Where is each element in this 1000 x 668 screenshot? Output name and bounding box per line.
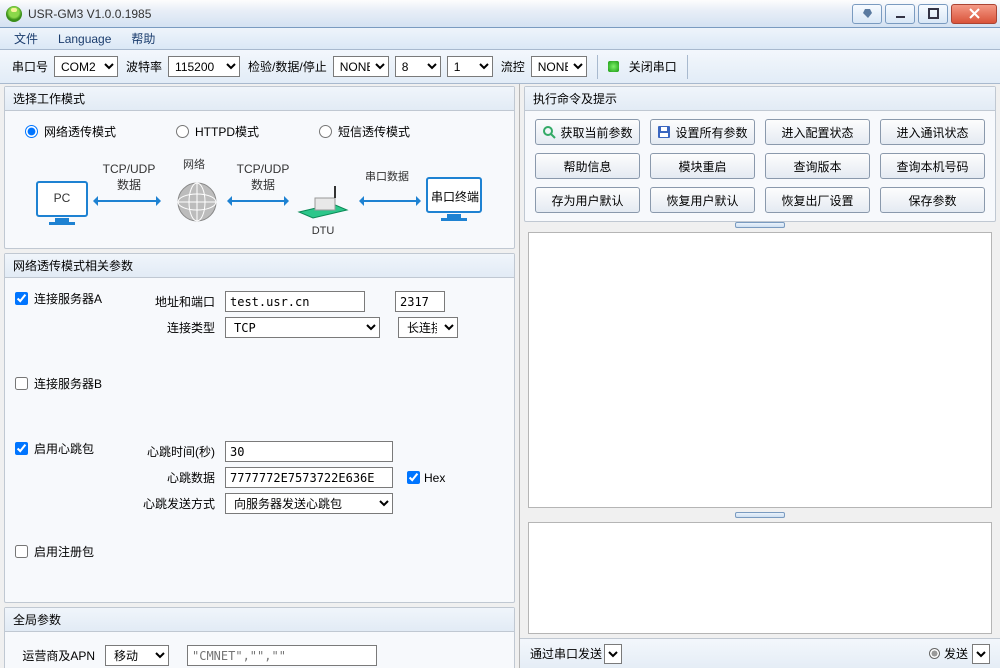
mode-net-radio[interactable]: 网络透传模式 [25, 123, 116, 140]
databits-select[interactable]: 8 [395, 56, 441, 77]
close-button[interactable] [951, 4, 997, 24]
hex-checkbox[interactable]: Hex [407, 471, 445, 485]
flow-select[interactable]: NONE [531, 56, 587, 77]
log-textarea[interactable] [528, 232, 992, 508]
dtu-icon [295, 186, 351, 222]
link-conn-select[interactable]: 长连接 [398, 317, 458, 338]
heartbeat-checkbox[interactable] [15, 442, 28, 455]
titlebar-help-button[interactable] [852, 4, 882, 24]
close-port-button[interactable]: 关闭串口 [629, 58, 677, 75]
search-icon [542, 125, 556, 139]
restore-factory-button[interactable]: 恢复出厂设置 [765, 187, 870, 213]
svg-text:PC: PC [54, 191, 71, 205]
global-group: 全局参数 运营商及APN 移动 串口参数 串口波特率 115200 流控 NON… [4, 607, 515, 668]
heartbeat-time-input[interactable] [225, 441, 393, 462]
get-params-button[interactable]: 获取当前参数 [535, 119, 640, 145]
flow-label: 流控 [501, 58, 525, 75]
apn-input[interactable] [187, 645, 377, 666]
bullet-icon [929, 648, 940, 659]
com-label: 串口号 [12, 58, 48, 75]
cmd-group: 执行命令及提示 获取当前参数 设置所有参数 进入配置状态 进入通讯状态 帮助信息… [524, 86, 996, 222]
com-select[interactable]: COM2 [54, 56, 118, 77]
conn-type-select[interactable]: TCP [225, 317, 380, 338]
menu-help[interactable]: 帮助 [121, 28, 165, 49]
left-pane: 选择工作模式 网络透传模式 HTTPD模式 短信透传模式 PC TCP/UDP数… [0, 84, 520, 668]
pc-icon: PC [35, 180, 93, 228]
mode-sms-radio[interactable]: 短信透传模式 [319, 123, 410, 140]
set-params-button[interactable]: 设置所有参数 [650, 119, 755, 145]
maximize-button[interactable] [918, 4, 948, 24]
query-num-button[interactable]: 查询本机号码 [880, 153, 985, 179]
splitter-top[interactable] [528, 222, 992, 228]
splitter-bottom[interactable] [528, 512, 992, 518]
workmode-title: 选择工作模式 [5, 87, 514, 111]
apn-carrier-select[interactable]: 移动 [105, 645, 169, 666]
restart-button[interactable]: 模块重启 [650, 153, 755, 179]
mode-httpd-radio[interactable]: HTTPD模式 [176, 123, 259, 140]
globe-icon [175, 180, 219, 224]
toolbar: 串口号 COM2 波特率 115200 检验/数据/停止 NONE 8 1 流控… [0, 50, 1000, 84]
help-button[interactable]: 帮助信息 [535, 153, 640, 179]
parity-select[interactable]: NONE [333, 56, 389, 77]
heartbeat-send-select[interactable]: 向服务器发送心跳包 [225, 493, 393, 514]
send-mode-select[interactable] [972, 644, 990, 664]
restore-user-button[interactable]: 恢复用户默认 [650, 187, 755, 213]
save-user-button[interactable]: 存为用户默认 [535, 187, 640, 213]
minimize-button[interactable] [885, 4, 915, 24]
menu-file[interactable]: 文件 [4, 28, 48, 49]
cds-label: 检验/数据/停止 [248, 58, 327, 75]
workmode-group: 选择工作模式 网络透传模式 HTTPD模式 短信透传模式 PC TCP/UDP数… [4, 86, 515, 249]
titlebar: USR-GM3 V1.0.0.1985 [0, 0, 1000, 28]
query-ver-button[interactable]: 查询版本 [765, 153, 870, 179]
menu-language[interactable]: Language [48, 30, 121, 48]
regpkt-checkbox[interactable] [15, 545, 28, 558]
topology-diagram: PC TCP/UDP数据 网络 TCP/UDP数据 DTU 串口数据 [25, 150, 494, 230]
baud-select[interactable]: 115200 [168, 56, 240, 77]
via-serial-select[interactable] [604, 644, 622, 664]
global-title: 全局参数 [5, 608, 514, 632]
right-pane: 执行命令及提示 获取当前参数 设置所有参数 进入配置状态 进入通讯状态 帮助信息… [520, 84, 1000, 668]
port-status-led [608, 61, 619, 72]
netparams-group: 网络透传模式相关参数 连接服务器A 地址和端口 连接类型 TCP 长连接 连接服… [4, 253, 515, 603]
baud-label: 波特率 [126, 58, 162, 75]
send-textarea[interactable] [528, 522, 992, 634]
cmd-title: 执行命令及提示 [525, 87, 995, 111]
stopbits-select[interactable]: 1 [447, 56, 493, 77]
server-b-checkbox[interactable] [15, 377, 28, 390]
server-addr-input[interactable] [225, 291, 365, 312]
send-button[interactable]: 发送 [929, 644, 990, 664]
save-icon [657, 125, 671, 139]
enter-comm-button[interactable]: 进入通讯状态 [880, 119, 985, 145]
app-icon [6, 6, 22, 22]
netparams-title: 网络透传模式相关参数 [5, 254, 514, 278]
window-title: USR-GM3 V1.0.0.1985 [28, 7, 151, 21]
enter-config-button[interactable]: 进入配置状态 [765, 119, 870, 145]
menubar: 文件 Language 帮助 [0, 28, 1000, 50]
send-bar: 通过串口发送 发送 [520, 638, 1000, 668]
server-a-checkbox[interactable] [15, 292, 28, 305]
save-params-button[interactable]: 保存参数 [880, 187, 985, 213]
heartbeat-data-input[interactable] [225, 467, 393, 488]
via-serial-label: 通过串口发送 [530, 645, 602, 662]
server-port-input[interactable] [395, 291, 445, 312]
